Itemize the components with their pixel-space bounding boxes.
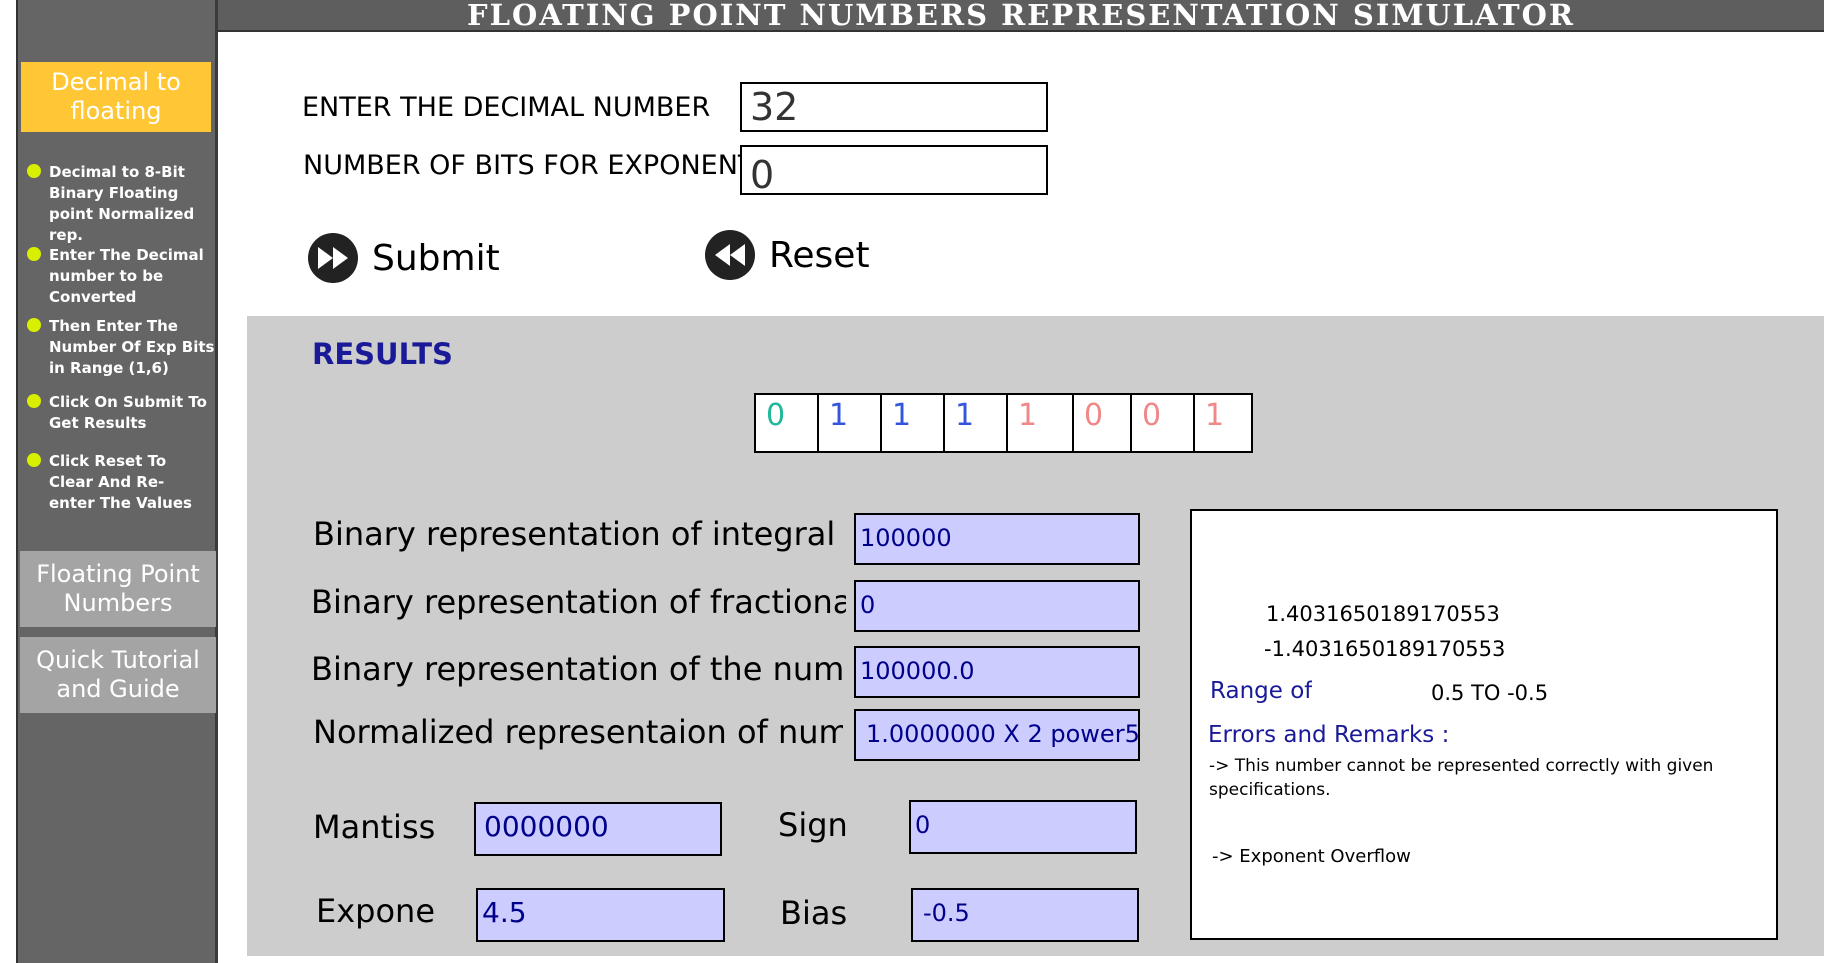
bit-box: 0	[1072, 393, 1132, 453]
bullet-icon	[27, 394, 41, 408]
bit-value: 0	[1142, 398, 1162, 433]
normalized-label: Normalized representaion of number	[313, 713, 843, 751]
bit-box: 1	[817, 393, 882, 453]
decimal-number-input[interactable]	[740, 82, 1048, 132]
bit-box: 0	[1130, 393, 1195, 453]
bit-box: 0	[754, 393, 819, 453]
results-title: RESULTS	[312, 337, 453, 371]
bias-label: Bias	[780, 894, 848, 932]
nav-quick-tutorial[interactable]: Quick Tutorial and Guide	[20, 637, 216, 713]
exponent-field[interactable]: 4.5	[476, 888, 725, 942]
rewind-icon	[705, 230, 755, 280]
step-5: Click Reset To Clear And Re-enter The Va…	[49, 452, 192, 512]
binary-integral-label: Binary representation of integral	[313, 515, 836, 553]
bullet-icon	[27, 164, 41, 178]
submit-button[interactable]: Submit	[308, 233, 500, 283]
bit-value: 1	[829, 398, 849, 433]
decimal-number-label: ENTER THE DECIMAL NUMBER	[302, 92, 711, 123]
binary-fraction-label: Binary representation of fractional	[311, 583, 846, 621]
sign-label: Sign	[778, 806, 848, 844]
nav-decimal-to-floating[interactable]: Decimal to floating	[21, 62, 211, 132]
step-1: Decimal to 8-Bit Binary Floating point N…	[49, 163, 195, 244]
mantissa-label: Mantiss	[313, 808, 436, 846]
page-title-text: FLOATING POINT NUMBERS REPRESENTATION SI…	[467, 0, 1575, 32]
binary-number-label: Binary representation of the number	[311, 650, 846, 688]
bit-box: 1	[1193, 393, 1253, 453]
mantissa-field[interactable]: 0000000	[474, 802, 722, 856]
bit-value: 1	[955, 398, 975, 433]
binary-integral-field[interactable]: 100000	[854, 513, 1140, 565]
min-value: -1.4031650189170553	[1264, 637, 1506, 661]
error-message-1: -> This number cannot be represented cor…	[1209, 756, 1714, 800]
normalized-field[interactable]: 1.0000000 X 2 power5	[854, 709, 1140, 761]
bit-box: 1	[943, 393, 1008, 453]
range-value: 0.5 TO -0.5	[1431, 681, 1549, 705]
submit-label: Submit	[372, 237, 500, 279]
bit-value: 1	[1205, 398, 1225, 433]
page-title: FLOATING POINT NUMBERS REPRESENTATION SI…	[218, 0, 1824, 32]
step-4: Click On Submit To Get Results	[49, 393, 207, 432]
bit-value: 0	[1084, 398, 1104, 433]
error-message-2: -> Exponent Overflow	[1212, 846, 1411, 867]
reset-label: Reset	[769, 234, 870, 276]
errors-title: Errors and Remarks :	[1208, 722, 1450, 748]
nav-floating-point-numbers[interactable]: Floating Point Numbers	[20, 551, 216, 627]
bias-field[interactable]: -0.5	[911, 888, 1139, 942]
exponent-bits-input[interactable]	[740, 145, 1048, 195]
bit-box: 1	[1006, 393, 1074, 453]
sign-field[interactable]: 0	[909, 800, 1137, 854]
bit-value: 0	[766, 398, 786, 433]
reset-button[interactable]: Reset	[705, 230, 870, 280]
binary-fraction-field[interactable]: 0	[854, 580, 1140, 632]
bullet-icon	[27, 453, 41, 467]
max-value: 1.4031650189170553	[1266, 602, 1500, 626]
step-2: Enter The Decimal number to be Converted	[49, 246, 204, 306]
bit-box: 1	[880, 393, 945, 453]
fast-forward-icon	[308, 233, 358, 283]
exponent-bits-label: NUMBER OF BITS FOR EXPONENT	[303, 150, 755, 181]
bullet-icon	[27, 247, 41, 261]
bit-value: 1	[892, 398, 912, 433]
exponent-label: Expone	[316, 892, 436, 930]
bullet-icon	[27, 318, 41, 332]
bit-value: 1	[1018, 398, 1038, 433]
sidebar: Decimal to floating Decimal to 8-Bit Bin…	[16, 0, 218, 963]
binary-number-field[interactable]: 100000.0	[854, 646, 1140, 698]
step-3: Then Enter The Number Of Exp Bits in Ran…	[49, 317, 215, 377]
range-label: Range of	[1210, 678, 1313, 704]
